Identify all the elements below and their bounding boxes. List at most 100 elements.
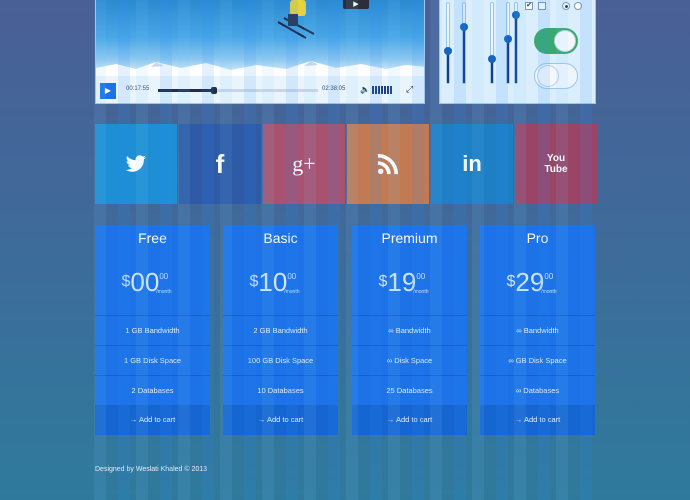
add-to-cart-button[interactable]: → Add to cart [352, 405, 467, 435]
slider-handle[interactable] [512, 11, 520, 19]
price-cents: 00 [544, 272, 554, 281]
plan-feature: 1 GB Bandwidth [95, 315, 210, 346]
add-to-cart-button[interactable]: → Add to cart [223, 405, 338, 435]
plan-title: Pro [526, 230, 549, 246]
plan-price: $2900/month [480, 267, 595, 298]
plan-feature: 1 GB Disk Space [95, 345, 210, 376]
slider-fill [507, 39, 509, 83]
plan-price: $1000/month [223, 267, 338, 298]
vertical-slider[interactable] [444, 2, 452, 84]
toggle-on[interactable] [534, 28, 578, 54]
facebook-tile[interactable]: f [179, 124, 261, 204]
google-plus-icon: g+ [292, 151, 316, 176]
progress-fill [158, 89, 214, 92]
progress-bar[interactable] [158, 87, 318, 94]
currency: $ [378, 273, 388, 290]
mountains-image [96, 61, 424, 76]
youtube-icon: You Tube [544, 153, 568, 175]
radio-unselected[interactable] [574, 2, 582, 10]
vertical-slider[interactable] [460, 2, 468, 84]
plan-feature: 2 GB Bandwidth [223, 315, 338, 346]
add-to-cart-button[interactable]: → Add to cart [95, 405, 210, 435]
price-cents: 00 [287, 272, 297, 281]
video-screen[interactable]: ▶ [96, 0, 424, 76]
currency: $ [506, 273, 516, 290]
price-period: /month [284, 289, 300, 295]
arrow-right-icon: → [257, 415, 266, 424]
volume-bars[interactable] [372, 86, 392, 94]
current-time: 00:17:55 [126, 86, 150, 92]
add-to-cart-label: Add to cart [395, 415, 433, 424]
plan-feature: ∞ Bandwidth [352, 315, 467, 346]
vertical-slider[interactable] [488, 2, 496, 84]
slider-handle[interactable] [444, 47, 452, 55]
play-icon: ▶ [104, 86, 112, 95]
rss-tile[interactable] [347, 124, 429, 204]
progress-handle[interactable] [211, 87, 217, 94]
plan-feature: 25 Databases [352, 375, 467, 406]
toggle-knob [554, 30, 576, 52]
arrow-right-icon: → [129, 415, 138, 424]
checkbox-checked[interactable]: ✔ [525, 2, 533, 10]
twitter-tile[interactable] [95, 124, 177, 204]
price-period: /month [413, 289, 429, 295]
vertical-slider[interactable] [504, 2, 512, 84]
plan-title: Premium [381, 230, 438, 246]
slider-handle[interactable] [504, 35, 512, 43]
slider-handle[interactable] [460, 23, 468, 31]
youtube-tile[interactable]: You Tube [515, 124, 597, 204]
slider-handle[interactable] [488, 55, 496, 63]
plan-feature: 100 GB Disk Space [223, 345, 338, 376]
video-controls: ▶ 00:17:55 02:38:05 🔈 ⤢ [96, 76, 424, 103]
plan-feature: ∞ Databases [480, 375, 595, 406]
plan-title: Free [138, 230, 167, 246]
add-to-cart-label: Add to cart [138, 415, 176, 424]
currency: $ [249, 273, 259, 290]
add-to-cart-label: Add to cart [266, 415, 304, 424]
play-icon: ▶ [353, 1, 359, 8]
slider-fill [515, 15, 517, 83]
skier-image [277, 0, 315, 39]
slider-fill [447, 51, 449, 83]
pricing-card-pro: Pro $2900/month ∞ Bandwidth ∞ GB Disk Space… [480, 225, 595, 435]
play-button[interactable]: ▶ [100, 83, 116, 99]
vertical-slider[interactable] [512, 2, 520, 84]
pricing-card-free: Free $0000/month 1 GB Bandwidth 1 GB Disk S… [95, 225, 210, 435]
footer-credit: Designed by Weslati Khaled © 2013 [95, 466, 208, 473]
linkedin-tile[interactable]: in [431, 124, 513, 204]
price-cents: 00 [416, 272, 426, 281]
add-to-cart-button[interactable]: → Add to cart [480, 405, 595, 435]
plan-feature: ∞ Bandwidth [480, 315, 595, 346]
price-cents: 00 [159, 272, 169, 281]
total-time: 02:38:05 [322, 86, 346, 92]
linkedin-icon: in [462, 151, 482, 176]
checkbox-unchecked[interactable] [538, 2, 546, 10]
price-amount: 29 [515, 267, 545, 297]
add-to-cart-label: Add to cart [523, 415, 561, 424]
plan-price: $1900/month [352, 267, 467, 298]
arrow-right-icon: → [514, 415, 523, 424]
pricing-card-premium: Premium $1900/month ∞ Bandwidth ∞ Disk Spac… [352, 225, 467, 435]
facebook-icon: f [215, 148, 225, 179]
plan-feature: 10 Databases [223, 375, 338, 406]
pricing-card-basic: Basic $1000/month 2 GB Bandwidth 100 GB Dis… [223, 225, 338, 435]
twitter-icon [125, 155, 146, 172]
volume-icon[interactable]: 🔈 [360, 85, 370, 94]
rss-icon [377, 153, 399, 175]
top-control-button[interactable]: ▶ [343, 0, 369, 9]
toggle-knob [537, 65, 559, 87]
plan-feature: ∞ Disk Space [352, 345, 467, 376]
google-plus-tile[interactable]: g+ [263, 124, 345, 204]
slider-fill [463, 27, 465, 83]
toggle-off[interactable] [534, 63, 578, 89]
plan-feature: ∞ GB Disk Space [480, 345, 595, 376]
price-amount: 10 [258, 267, 288, 297]
price-amount: 00 [130, 267, 160, 297]
arrow-right-icon: → [386, 415, 395, 424]
fullscreen-icon[interactable]: ⤢ [406, 84, 413, 95]
plan-feature: 2 Databases [95, 375, 210, 406]
check-icon: ✔ [526, 2, 532, 9]
radio-selected[interactable] [562, 2, 570, 10]
plan-title: Basic [263, 230, 298, 246]
price-period: /month [541, 289, 557, 295]
